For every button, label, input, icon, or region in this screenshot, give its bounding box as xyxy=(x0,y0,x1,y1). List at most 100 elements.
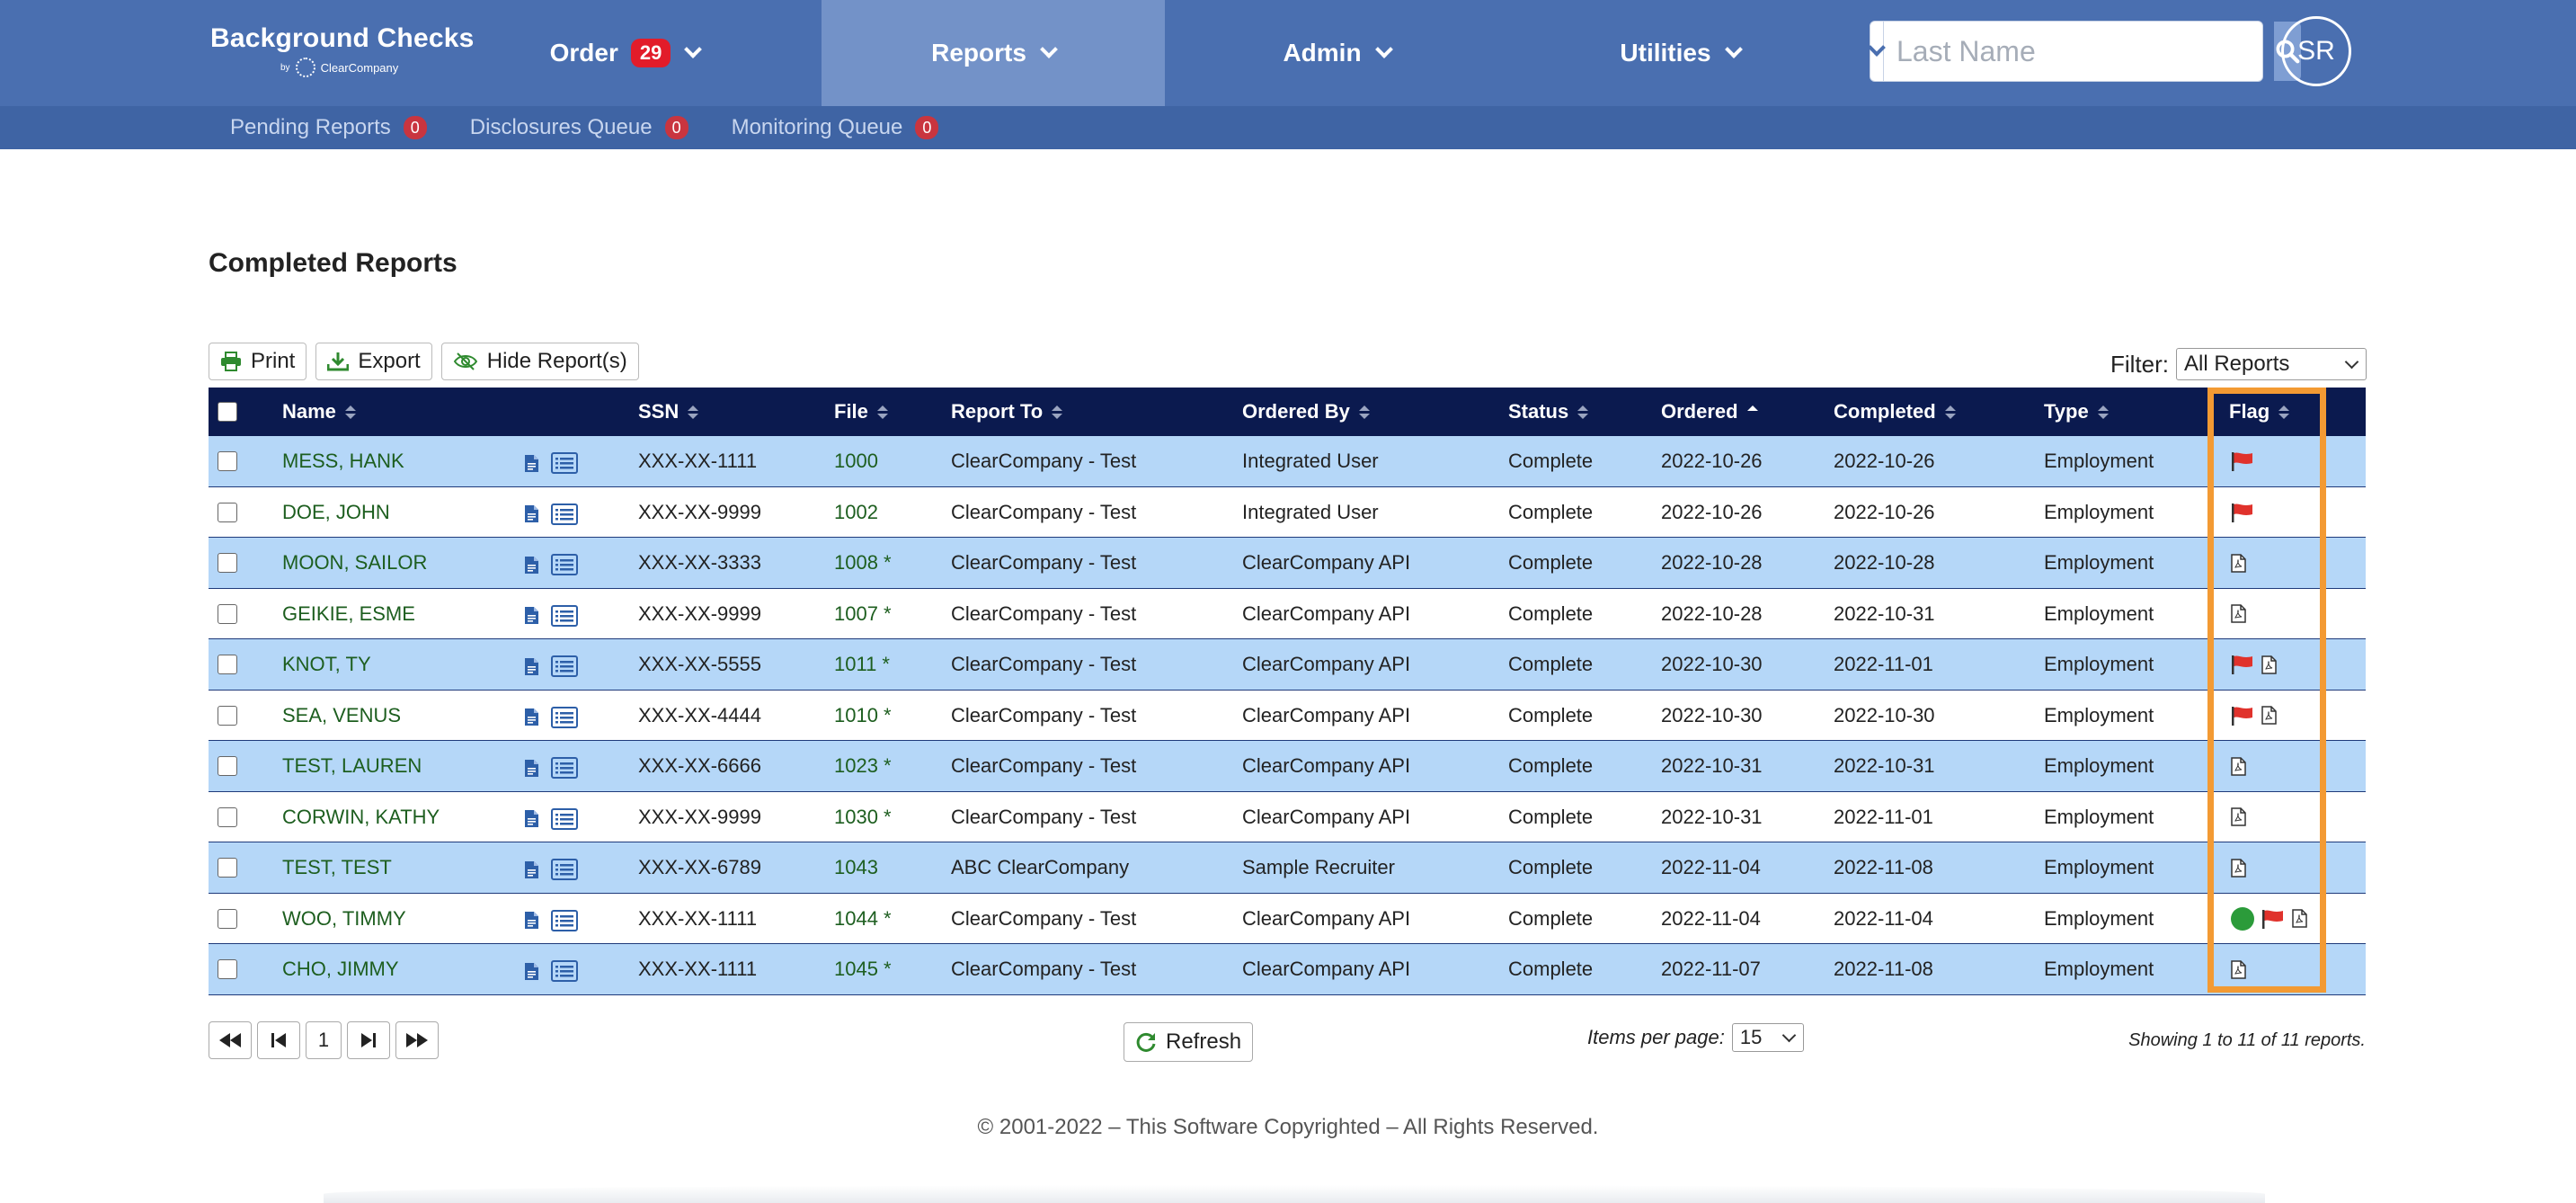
pagination: 1 xyxy=(209,1021,439,1059)
user-avatar[interactable]: SR xyxy=(2281,16,2351,86)
nav-admin[interactable]: Admin xyxy=(1165,0,1508,106)
filter-select[interactable]: All Reports xyxy=(2176,348,2367,380)
brand-logo[interactable]: Background Checks by ClearCompany xyxy=(210,23,480,77)
flag-icon[interactable] xyxy=(2231,451,2254,471)
pdf-icon[interactable] xyxy=(2231,553,2246,573)
col-header-status[interactable]: Status xyxy=(1508,388,1589,436)
pdf-icon[interactable] xyxy=(2261,655,2277,674)
document-icon[interactable] xyxy=(525,607,538,624)
col-header-report-to[interactable]: Report To xyxy=(951,388,1063,436)
document-icon[interactable] xyxy=(525,454,538,472)
nav-utilities[interactable]: Utilities xyxy=(1508,0,1852,106)
applicant-name-link[interactable]: CORWIN, KATHY xyxy=(282,792,440,842)
previous-page-button[interactable] xyxy=(257,1021,300,1059)
list-details-icon[interactable] xyxy=(551,604,578,627)
search-type-dropdown[interactable] xyxy=(1868,22,1886,81)
document-icon[interactable] xyxy=(525,962,538,980)
list-details-icon[interactable] xyxy=(551,909,578,931)
document-icon[interactable] xyxy=(525,860,538,878)
next-page-button[interactable] xyxy=(347,1021,390,1059)
list-details-icon[interactable] xyxy=(551,655,578,677)
applicant-name-link[interactable]: MOON, SAILOR xyxy=(282,538,427,588)
search-input[interactable] xyxy=(1884,22,2274,81)
applicant-name-link[interactable]: MESS, HANK xyxy=(282,436,404,486)
document-icon[interactable] xyxy=(525,657,538,675)
list-details-icon[interactable] xyxy=(551,757,578,779)
applicant-name-link[interactable]: WOO, TIMMY xyxy=(282,894,406,944)
document-icon[interactable] xyxy=(525,759,538,777)
row-checkbox[interactable] xyxy=(218,959,237,979)
col-header-name[interactable]: Name xyxy=(282,388,356,436)
applicant-name-link[interactable]: DOE, JOHN xyxy=(282,487,390,538)
document-icon[interactable] xyxy=(525,912,538,929)
flag-icon[interactable] xyxy=(2231,655,2254,674)
subnav-monitoring-queue[interactable]: Monitoring Queue 0 xyxy=(732,115,939,140)
pdf-icon[interactable] xyxy=(2231,604,2246,623)
export-button[interactable]: Export xyxy=(315,343,432,380)
document-icon[interactable] xyxy=(525,505,538,522)
col-header-ordered-by[interactable]: Ordered By xyxy=(1242,388,1370,436)
subnav-disclosures-queue[interactable]: Disclosures Queue 0 xyxy=(470,115,688,140)
row-checkbox[interactable] xyxy=(218,756,237,776)
applicant-name-link[interactable]: TEST, TEST xyxy=(282,842,392,893)
document-icon[interactable] xyxy=(525,708,538,726)
pdf-icon[interactable] xyxy=(2231,858,2246,878)
page-number-button[interactable]: 1 xyxy=(306,1021,342,1059)
applicant-name-link[interactable]: CHO, JIMMY xyxy=(282,944,399,994)
col-header-ssn[interactable]: SSN xyxy=(638,388,699,436)
applicant-name-link[interactable]: KNOT, TY xyxy=(282,639,371,690)
nav-order[interactable]: Order 29 xyxy=(503,0,746,106)
row-checkbox[interactable] xyxy=(218,858,237,878)
list-details-icon[interactable] xyxy=(551,807,578,830)
first-page-button[interactable] xyxy=(209,1021,252,1059)
flag-cell xyxy=(2231,741,2246,791)
row-checkbox[interactable] xyxy=(218,451,237,471)
subnav-pending-reports[interactable]: Pending Reports 0 xyxy=(230,115,427,140)
flag-icon[interactable] xyxy=(2231,706,2254,726)
row-checkbox[interactable] xyxy=(218,705,237,726)
refresh-button[interactable]: Refresh xyxy=(1124,1022,1254,1062)
row-checkbox[interactable] xyxy=(218,502,237,522)
list-details-icon[interactable] xyxy=(551,960,578,982)
print-button[interactable]: Print xyxy=(209,343,307,380)
list-details-icon[interactable] xyxy=(551,452,578,474)
row-checkbox[interactable] xyxy=(218,655,237,674)
row-checkbox[interactable] xyxy=(218,603,237,624)
row-actions xyxy=(525,844,578,895)
table-row: GEIKIE, ESME XXX-XX-9999 1007 * ClearCompan… xyxy=(209,588,2366,639)
ssn-cell: XXX-XX-9999 xyxy=(638,805,761,828)
list-details-icon[interactable] xyxy=(551,859,578,880)
row-checkbox[interactable] xyxy=(218,806,237,827)
document-icon[interactable] xyxy=(525,556,538,574)
col-header-ordered[interactable]: Ordered xyxy=(1661,388,1758,436)
sort-icon xyxy=(2278,405,2290,419)
pdf-icon[interactable] xyxy=(2292,909,2307,928)
hide-reports-button[interactable]: Hide Report(s) xyxy=(440,343,639,380)
pdf-icon[interactable] xyxy=(2231,807,2246,826)
row-checkbox[interactable] xyxy=(218,908,237,929)
list-details-icon[interactable] xyxy=(551,503,578,525)
col-header-completed[interactable]: Completed xyxy=(1834,388,1956,436)
flag-icon[interactable] xyxy=(2231,503,2254,522)
list-details-icon[interactable] xyxy=(551,554,578,575)
document-icon[interactable] xyxy=(525,810,538,827)
applicant-name-link[interactable]: GEIKIE, ESME xyxy=(282,589,415,639)
applicant-name-link[interactable]: SEA, VENUS xyxy=(282,691,401,741)
col-header-type[interactable]: Type xyxy=(2044,388,2109,436)
applicant-name-link[interactable]: TEST, LAUREN xyxy=(282,741,422,791)
col-header-file[interactable]: File xyxy=(834,388,888,436)
list-details-icon[interactable] xyxy=(551,706,578,728)
select-all-checkbox[interactable] xyxy=(218,402,237,422)
nav-reports[interactable]: Reports xyxy=(822,0,1165,106)
pdf-icon[interactable] xyxy=(2231,756,2246,776)
last-page-button[interactable] xyxy=(395,1021,439,1059)
items-per-page-select[interactable]: 15 xyxy=(1731,1023,1804,1052)
status-cell: Complete xyxy=(1508,602,1594,625)
flag-icon[interactable] xyxy=(2261,909,2285,929)
green-dot-icon[interactable] xyxy=(2231,906,2254,931)
pdf-icon[interactable] xyxy=(2231,959,2246,979)
col-header-flag[interactable]: Flag xyxy=(2229,388,2290,436)
pdf-icon[interactable] xyxy=(2261,706,2277,725)
ordered-date-cell: 2022-10-30 xyxy=(1661,703,1763,726)
row-checkbox[interactable] xyxy=(218,553,237,573)
